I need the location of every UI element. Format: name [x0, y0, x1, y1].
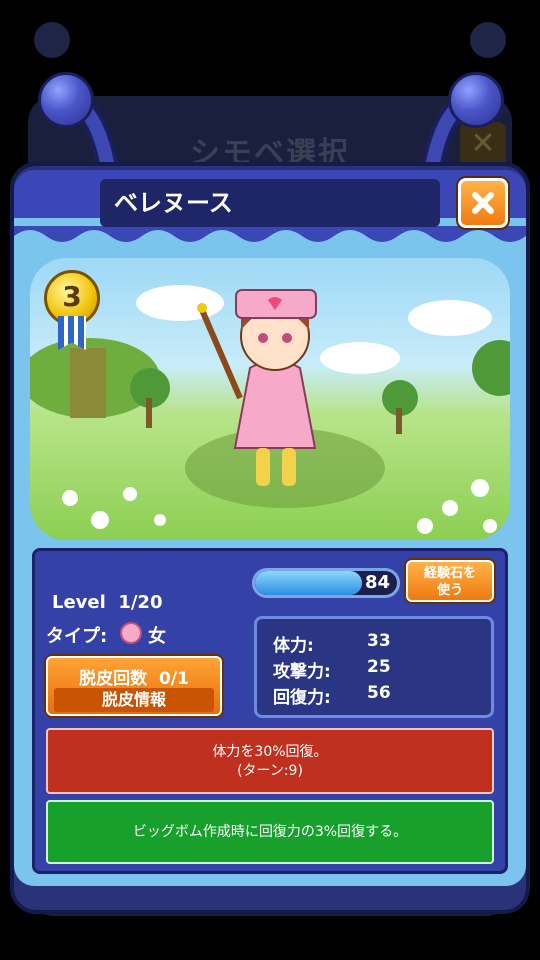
close-x-icon — [472, 192, 494, 214]
molt-count: 脱皮回数 0/1 — [79, 669, 189, 689]
character-portrait — [30, 258, 510, 540]
attributes-box: 体力: 33 攻撃力: 25 回復力: 56 — [254, 616, 494, 718]
use-exp-stone-label-line2: 使う — [436, 583, 463, 598]
active-skill-line2: (ターン:9) — [237, 763, 303, 779]
active-skill-line1: 体力を30%回復。 — [212, 744, 328, 760]
attribute-attack-value: 25 — [367, 657, 391, 677]
attribute-recovery-value: 56 — [367, 683, 391, 703]
use-exp-stone-button[interactable]: 経験石を 使う — [406, 560, 494, 602]
attribute-attack-label: 攻撃力: — [273, 662, 331, 682]
attribute-recovery: 回復力: 56 — [273, 683, 483, 708]
molt-info-label: 脱皮情報 — [54, 688, 214, 712]
type-value: 女 — [148, 626, 166, 647]
background-knob-right — [470, 22, 506, 58]
close-button[interactable] — [458, 178, 508, 228]
level-text: Level 1/20 — [52, 592, 163, 613]
molt-button[interactable]: 脱皮回数 0/1 脱皮情報 — [46, 656, 222, 716]
attribute-recovery-label: 回復力: — [273, 688, 331, 708]
attribute-hp-label: 体力: — [273, 636, 314, 656]
attribute-hp: 体力: 33 — [273, 631, 483, 656]
attribute-attack: 攻撃力: 25 — [273, 657, 483, 682]
type-label: タイプ: — [46, 626, 108, 647]
exp-value: 84 — [364, 572, 390, 593]
antenna-knob-left — [38, 72, 94, 128]
antenna-knob-right — [448, 72, 504, 128]
active-skill-box: 体力を30%回復。 (ターン:9) — [46, 728, 494, 794]
use-exp-stone-label-line1: 経験石を — [423, 566, 476, 581]
header-wave — [14, 226, 526, 242]
attribute-hp-value: 33 — [367, 631, 391, 651]
pink-face-icon — [120, 622, 142, 644]
passive-skill-box: ビッグボム作成時に回復力の3%回復する。 — [46, 800, 494, 864]
background-knob-left — [34, 22, 70, 58]
character-name: ベレヌース — [100, 179, 440, 227]
